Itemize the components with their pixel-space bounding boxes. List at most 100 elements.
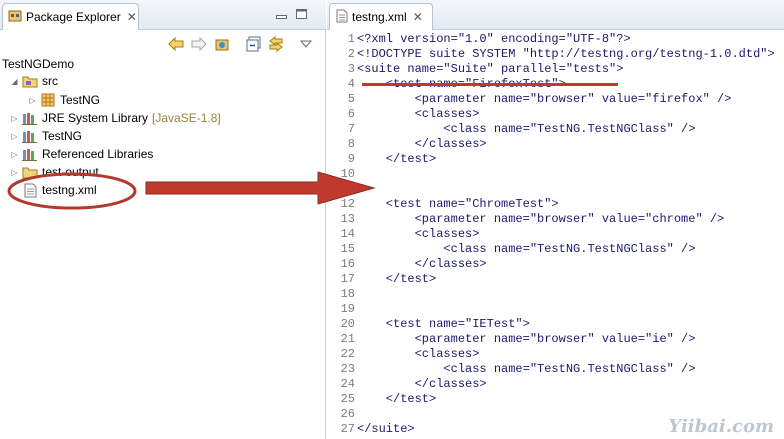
line-number: 26 <box>340 407 355 421</box>
minimize-icon[interactable] <box>276 8 287 19</box>
line-number: 14 <box>340 227 355 241</box>
line-number: 24 <box>340 377 355 391</box>
source-folder-icon <box>22 73 38 89</box>
tree-item-jre-library[interactable]: ▷ JRE System Library [JavaSE-1.8] <box>10 109 221 127</box>
tree-item-label: test-output <box>42 165 99 179</box>
package-explorer-view: Package Explorer ✕ TestNGDemo ◢ src ▷ Te… <box>0 0 326 439</box>
code-line[interactable]: 17 </test> <box>327 272 437 287</box>
xml-source-editor[interactable]: 1 <?xml version="1.0" encoding="UTF-8"?> 2… <box>327 32 784 439</box>
collapsed-twisty-icon[interactable]: ▷ <box>10 114 19 123</box>
code-line[interactable]: 5 <parameter name="browser" value="firef… <box>327 92 732 107</box>
code-line[interactable]: 1 <?xml version="1.0" encoding="UTF-8"?> <box>327 32 631 47</box>
code-line[interactable]: 23 <class name="TestNG.TestNGClass" /> <box>327 362 696 377</box>
code-line[interactable]: 6 <classes> <box>327 107 480 122</box>
link-with-editor-icon[interactable] <box>268 36 284 52</box>
package-explorer-toolbar <box>0 30 326 58</box>
tab-label: Package Explorer <box>26 10 121 24</box>
code-line[interactable]: 15 <class name="TestNG.TestNGClass" /> <box>327 242 696 257</box>
code-text: <class name="TestNG.TestNGClass" /> <box>357 362 696 376</box>
editor-tabbar: testng.xml ✕ <box>327 0 784 30</box>
code-text: <classes> <box>357 227 480 241</box>
collapse-all-icon[interactable] <box>246 36 262 52</box>
code-line[interactable]: 25 </test> <box>327 392 437 407</box>
tree-item-label: Referenced Libraries <box>42 147 154 161</box>
tree-item-referenced-libraries[interactable]: ▷ Referenced Libraries <box>10 145 153 163</box>
tree-item-testng-xml[interactable]: testng.xml <box>19 181 97 199</box>
code-line[interactable]: 26 <box>327 407 357 422</box>
back-arrow-icon[interactable] <box>168 36 184 52</box>
tree-item-label: src <box>42 74 58 88</box>
code-text: </suite> <box>357 422 415 436</box>
tab-label: testng.xml <box>352 10 407 24</box>
code-text: <!DOCTYPE suite SYSTEM "http://testng.or… <box>357 47 775 61</box>
jre-version-decoration: [JavaSE-1.8] <box>152 111 221 125</box>
code-text: </test> <box>357 152 437 166</box>
code-line[interactable]: 2 <!DOCTYPE suite SYSTEM "http://testng.o… <box>327 47 775 62</box>
collapsed-twisty-icon[interactable]: ▷ <box>10 132 19 141</box>
editor-area: testng.xml ✕ 1 <?xml version="1.0" encodi… <box>327 0 784 439</box>
line-number: 10 <box>340 167 355 181</box>
library-icon <box>22 128 38 144</box>
xml-file-icon <box>336 9 348 26</box>
tree-item-src[interactable]: ◢ src <box>10 72 58 90</box>
code-line[interactable]: 9 </test> <box>327 152 436 167</box>
code-text: </classes> <box>357 377 487 391</box>
expanded-twisty-icon[interactable]: ◢ <box>10 77 19 86</box>
tree-item-package-testng[interactable]: ▷ TestNG <box>28 91 100 109</box>
tree-item-label: TestNG <box>42 129 83 143</box>
collapsed-twisty-icon[interactable]: ▷ <box>10 168 19 177</box>
code-line[interactable]: 16 </classes> <box>327 257 487 272</box>
code-line[interactable]: 18 <box>327 287 357 302</box>
code-line[interactable]: 11 <box>327 182 357 197</box>
suite-line-annotation-underline <box>362 83 618 86</box>
code-line[interactable]: 3 <suite name="Suite" parallel="tests"> <box>327 62 624 77</box>
code-text: </test> <box>357 272 437 286</box>
folder-icon <box>22 164 38 180</box>
tab-testng-xml[interactable]: testng.xml ✕ <box>329 3 433 30</box>
maximize-icon[interactable] <box>296 8 307 19</box>
watermark: Yiibai.com <box>668 416 774 437</box>
code-text: <classes> <box>357 107 480 121</box>
code-line[interactable]: 19 <box>327 302 357 317</box>
tree-item-label: JRE System Library <box>42 111 149 125</box>
tree-item-testng-library[interactable]: ▷ TestNG <box>10 127 82 145</box>
tree-item-label: TestNG <box>60 93 101 107</box>
code-line[interactable]: 13 <parameter name="browser" value="chro… <box>327 212 725 227</box>
line-number: 13 <box>340 212 355 226</box>
tree-item-project[interactable]: TestNGDemo <box>2 55 74 73</box>
line-number: 2 <box>347 47 355 61</box>
line-number: 16 <box>340 257 355 271</box>
close-icon[interactable]: ✕ <box>413 11 423 23</box>
home-icon[interactable] <box>214 36 230 52</box>
line-number: 4 <box>347 77 355 91</box>
code-text: </test> <box>357 392 437 406</box>
code-line[interactable]: 8 </classes> <box>327 137 487 152</box>
line-number: 5 <box>347 92 355 106</box>
collapsed-twisty-icon[interactable]: ▷ <box>28 96 37 105</box>
line-number: 15 <box>340 242 355 256</box>
line-number: 22 <box>340 347 355 361</box>
code-text: <class name="TestNG.TestNGClass" /> <box>357 242 696 256</box>
code-line[interactable]: 24 </classes> <box>327 377 487 392</box>
code-line[interactable]: 12 <test name="ChromeTest"> <box>327 197 559 212</box>
close-icon[interactable]: ✕ <box>127 11 137 23</box>
collapsed-twisty-icon[interactable]: ▷ <box>10 150 19 159</box>
code-line[interactable]: 21 <parameter name="browser" value="ie" … <box>327 332 696 347</box>
code-line[interactable]: 20 <test name="IETest"> <box>327 317 530 332</box>
line-number: 18 <box>340 287 355 301</box>
code-text: <suite name="Suite" parallel="tests"> <box>357 62 624 76</box>
code-line[interactable]: 27 </suite> <box>327 422 415 437</box>
forward-arrow-icon[interactable] <box>191 36 207 52</box>
line-number: 19 <box>340 302 355 316</box>
view-menu-icon[interactable] <box>298 36 314 52</box>
code-line[interactable]: 7 <class name="TestNG.TestNGClass" /> <box>327 122 696 137</box>
library-icon <box>22 146 38 162</box>
line-number: 20 <box>340 317 355 331</box>
code-text: <classes> <box>357 347 480 361</box>
code-line[interactable]: 22 <classes> <box>327 347 480 362</box>
line-number: 6 <box>347 107 355 121</box>
code-line[interactable]: 14 <classes> <box>327 227 480 242</box>
tree-item-test-output[interactable]: ▷ test-output <box>10 163 99 181</box>
code-line[interactable]: 10 <box>327 167 357 182</box>
tab-package-explorer[interactable]: Package Explorer ✕ <box>2 3 139 30</box>
